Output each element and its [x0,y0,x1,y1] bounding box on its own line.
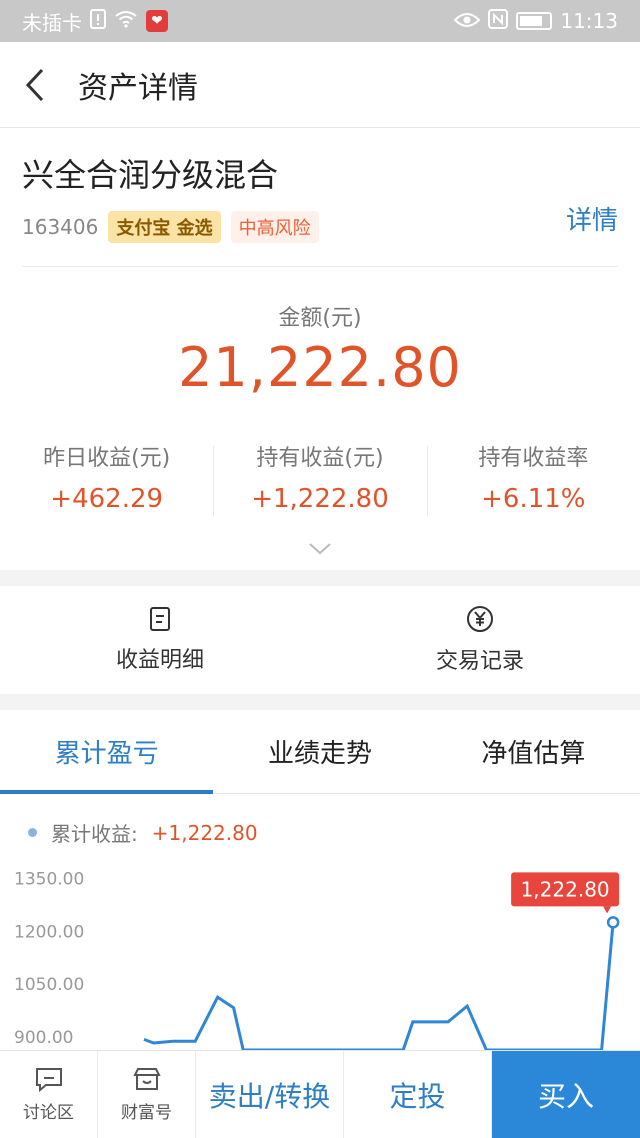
tab-cumulative-pnl[interactable]: 累计盈亏 [0,710,214,794]
sell-convert-button[interactable]: 卖出/转换 [196,1051,344,1138]
y-tick-label: 1200.00 [14,922,84,942]
amount-label: 金额(元) [278,306,362,331]
earnings-stats: 昨日收益(元) +462.29 持有收益(元) +1,222.80 持有收益率 … [0,440,640,516]
tab-performance-trend[interactable]: 业绩走势 [213,710,426,793]
y-tick-label: 1350.00 [14,870,84,890]
latest-value-tag-pointer [603,906,612,914]
stat-label: 持有收益(元) [256,446,384,471]
stat-value: +6.11% [481,484,586,514]
yen-circle-icon [467,606,493,632]
forum-button[interactable]: 讨论区 [0,1051,98,1138]
legend-label: 累计收益: [51,822,138,846]
fixed-investment-button[interactable]: 定投 [344,1051,492,1138]
amount-value: 21,222.80 [178,336,462,399]
section-gap [0,570,640,586]
wealth-account-button[interactable]: 财富号 [98,1051,196,1138]
shop-icon [132,1068,161,1090]
nav-bar: 资产详情 [0,42,640,128]
chat-icon [35,1068,62,1092]
forum-label: 讨论区 [23,1103,74,1123]
cumulative-pnl-line [143,922,615,1050]
fund-header: 兴全合润分级混合 163406 支付宝 金选 中高风险 详情 [22,150,618,244]
divider [22,266,618,267]
transaction-record-button[interactable]: 交易记录 [320,586,640,694]
fund-detail-link[interactable]: 详情 [566,200,618,237]
y-tick-label: 1050.00 [14,975,84,995]
fund-meta: 163406 支付宝 金选 中高风险 [22,210,618,244]
bottom-action-bar: 讨论区 财富号 卖出/转换 定投 买入 [0,1050,640,1138]
stat-value: +462.29 [50,484,164,514]
buy-button[interactable]: 买入 [492,1051,640,1138]
quick-actions: 收益明细 交易记录 [0,586,640,694]
alipay-selected-badge: 支付宝 金选 [108,211,221,243]
chart-tabs: 累计盈亏 业绩走势 净值估算 [0,710,640,794]
earnings-detail-button[interactable]: 收益明细 [0,586,320,694]
app-notification-icon: ❤ [146,10,168,32]
expand-chevron-icon[interactable] [308,542,332,556]
latest-point-marker [606,916,620,929]
document-icon [150,607,170,631]
section-gap [0,694,640,710]
status-bar: 未插卡 ❤ 11:13 [0,0,640,42]
latest-value-label: 1,222.80 [521,877,610,901]
latest-value-tag: 1,222.80 [511,872,620,914]
risk-badge: 中高风险 [230,211,319,243]
action-label: 交易记录 [435,649,524,674]
stat-label: 昨日收益(元) [43,446,171,471]
stat-rate: 持有收益率 +6.11% [426,440,640,516]
legend-dot [28,828,37,837]
status-left: 未插卡 ❤ [22,7,168,36]
stat-holding: 持有收益(元) +1,222.80 [213,440,426,516]
chart-legend: 累计收益: +1,222.80 [28,818,258,847]
eye-icon [453,9,481,33]
action-label: 收益明细 [115,648,204,673]
fund-name: 兴全合润分级混合 [22,156,279,194]
fund-code: 163406 [22,215,99,239]
chevron-left-icon [25,68,44,101]
legend-value: +1,222.80 [151,820,258,845]
wifi-icon [114,9,138,33]
y-tick-label: 900.00 [14,1028,73,1048]
stat-label: 持有收益率 [478,446,589,471]
nfc-icon [488,8,509,34]
battery-icon [516,12,553,30]
stat-value: +1,222.80 [251,484,389,514]
stat-yesterday: 昨日收益(元) +462.29 [0,440,213,514]
cumulative-pnl-chart: 1350.00 1200.00 1050.00 900.00 1,222.80 [14,870,620,1050]
status-right: 11:13 [453,8,618,34]
tab-nav-estimate[interactable]: 净值估算 [427,710,640,793]
carrier-text: 未插卡 [22,10,82,35]
back-button[interactable] [0,42,70,128]
sim-alert-icon [90,8,106,34]
page-title: 资产详情 [78,70,198,106]
clock-text: 11:13 [560,9,618,33]
wealth-label: 财富号 [121,1103,172,1123]
